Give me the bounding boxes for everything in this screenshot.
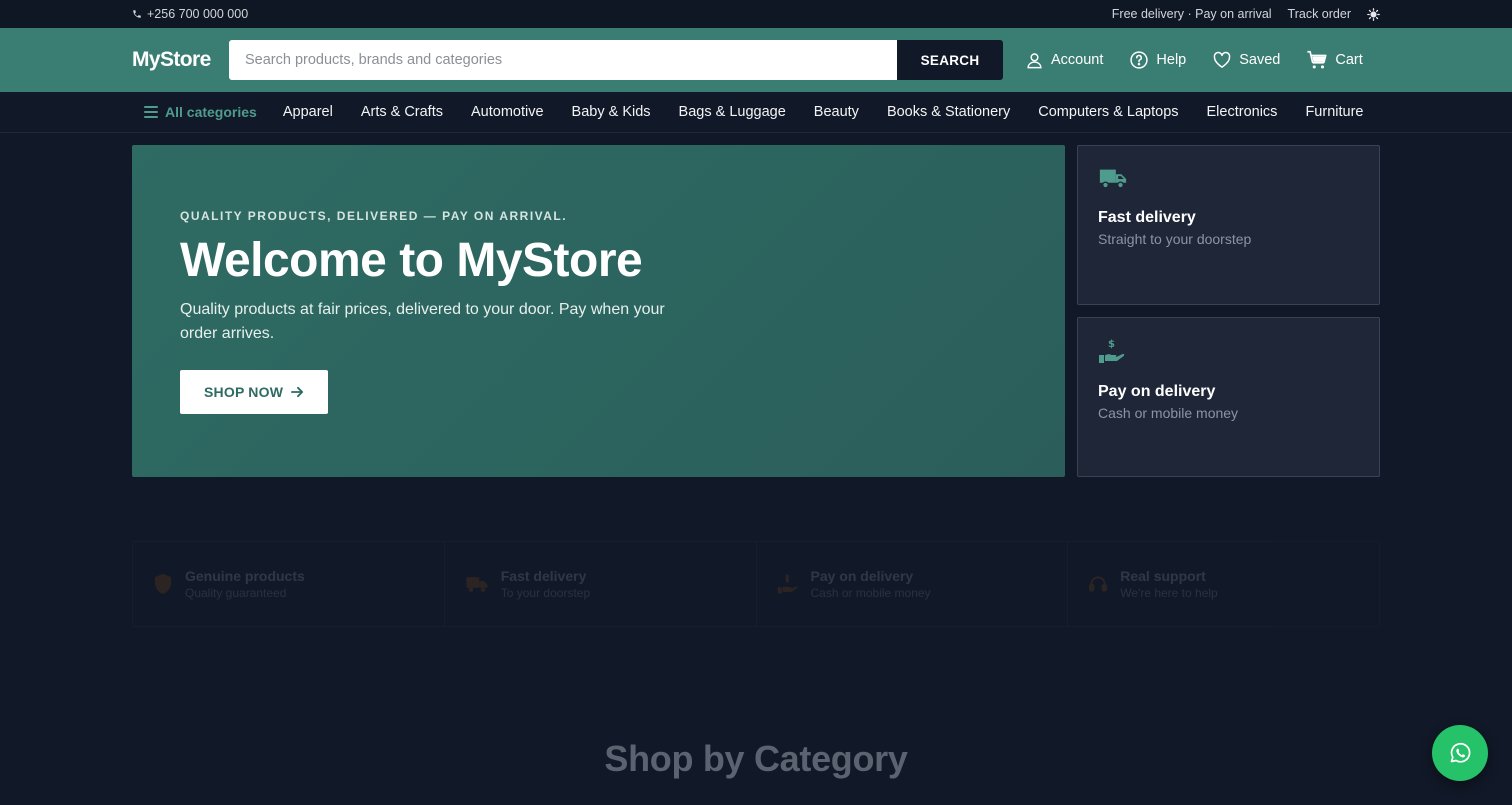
menu-icon xyxy=(144,106,158,118)
main-content: QUALITY PRODUCTS, DELIVERED — PAY ON ARR… xyxy=(132,145,1380,780)
feature-subtitle: To your doorstep xyxy=(500,586,591,600)
category-link-bags-luggage[interactable]: Bags & Luggage xyxy=(679,104,786,120)
feature-item: Pay on delivery Cash or mobile money xyxy=(757,542,1069,626)
category-link-books-stationery[interactable]: Books & Stationery xyxy=(887,104,1010,120)
main-header: MyStore SEARCH Account Help Saved Cart xyxy=(0,28,1512,92)
phone-number: +256 700 000 000 xyxy=(147,7,249,21)
saved-label: Saved xyxy=(1239,52,1281,68)
svg-text:$: $ xyxy=(1108,339,1115,350)
user-icon xyxy=(1027,52,1042,68)
category-link-arts-crafts[interactable]: Arts & Crafts xyxy=(361,104,443,120)
help-icon xyxy=(1130,51,1149,69)
help-label: Help xyxy=(1156,52,1187,68)
saved-button[interactable]: Saved xyxy=(1212,50,1280,70)
cash-hand-icon: $ xyxy=(1099,339,1125,363)
hero-description: Quality products at fair prices, deliver… xyxy=(180,301,665,342)
truck-icon xyxy=(1099,169,1127,189)
category-nav: All categories Apparel Arts & Crafts Aut… xyxy=(0,92,1512,133)
fast-delivery-card: Fast delivery Straight to your doorstep xyxy=(1077,145,1380,305)
arrow-right-icon xyxy=(291,386,304,398)
feature-title: Fast delivery xyxy=(500,568,587,584)
feature-item: Genuine products Quality guaranteed xyxy=(133,542,445,626)
whatsapp-icon xyxy=(1450,742,1471,763)
category-link-furniture[interactable]: Furniture xyxy=(1305,104,1363,120)
hero-eyebrow: QUALITY PRODUCTS, DELIVERED — PAY ON ARR… xyxy=(180,209,568,223)
shield-icon xyxy=(155,574,171,594)
feature-title: Pay on delivery xyxy=(810,568,914,584)
truck-icon xyxy=(466,577,488,592)
hero-title: Welcome to MyStore xyxy=(180,234,643,287)
shop-now-button[interactable]: SHOP NOW xyxy=(180,370,329,414)
account-button[interactable]: Account xyxy=(1025,51,1103,70)
category-link-automotive[interactable]: Automotive xyxy=(471,104,544,120)
features-strip: Genuine products Quality guaranteed Fast… xyxy=(132,541,1380,627)
fast-delivery-title: Fast delivery xyxy=(1098,209,1196,226)
phone-contact[interactable]: +256 700 000 000 xyxy=(132,7,248,21)
shop-now-label: SHOP NOW xyxy=(204,384,284,400)
track-order-link[interactable]: Track order xyxy=(1288,7,1351,21)
cash-hand-icon xyxy=(777,574,798,594)
all-categories-button[interactable]: All categories xyxy=(132,104,257,120)
fast-delivery-subtitle: Straight to your doorstep xyxy=(1098,231,1252,247)
feature-item: Real support We're here to help xyxy=(1068,542,1379,626)
cart-button[interactable]: Cart xyxy=(1306,49,1363,71)
feature-subtitle: We're here to help xyxy=(1120,586,1218,600)
delivery-note: Free delivery · Pay on arrival xyxy=(1111,7,1272,21)
category-link-electronics[interactable]: Electronics xyxy=(1207,104,1278,120)
search-input[interactable] xyxy=(229,40,897,80)
feature-subtitle: Cash or mobile money xyxy=(810,586,931,600)
heart-icon xyxy=(1213,51,1231,68)
store-logo[interactable]: MyStore xyxy=(132,48,229,72)
shop-by-category-heading: Shop by Category xyxy=(604,738,908,779)
all-categories-label: All categories xyxy=(165,104,257,120)
pay-on-delivery-subtitle: Cash or mobile money xyxy=(1098,405,1239,421)
feature-item: Fast delivery To your doorstep xyxy=(445,542,757,626)
help-button[interactable]: Help xyxy=(1129,50,1186,70)
feature-title: Genuine products xyxy=(185,568,305,584)
top-bar: +256 700 000 000 Free delivery · Pay on … xyxy=(0,0,1512,28)
whatsapp-chat-button[interactable] xyxy=(1432,725,1488,781)
theme-toggle[interactable] xyxy=(1367,7,1380,21)
category-link-computers-laptops[interactable]: Computers & Laptops xyxy=(1038,104,1178,120)
headset-icon xyxy=(1089,576,1108,592)
search-bar: SEARCH xyxy=(229,40,1003,80)
search-button[interactable]: SEARCH xyxy=(897,40,1003,80)
hero-banner: QUALITY PRODUCTS, DELIVERED — PAY ON ARR… xyxy=(132,145,1065,477)
cart-icon xyxy=(1307,50,1327,69)
pay-on-delivery-title: Pay on delivery xyxy=(1098,383,1216,400)
feature-title: Real support xyxy=(1120,568,1206,584)
category-link-apparel[interactable]: Apparel xyxy=(283,104,333,120)
cart-label: Cart xyxy=(1335,52,1363,68)
feature-subtitle: Quality guaranteed xyxy=(185,586,287,600)
phone-icon xyxy=(133,10,141,18)
pay-on-delivery-card: $ Pay on delivery Cash or mobile money xyxy=(1077,317,1380,477)
category-link-beauty[interactable]: Beauty xyxy=(814,104,859,120)
sun-icon xyxy=(1367,7,1380,21)
account-label: Account xyxy=(1051,52,1104,68)
category-link-baby-kids[interactable]: Baby & Kids xyxy=(572,104,651,120)
